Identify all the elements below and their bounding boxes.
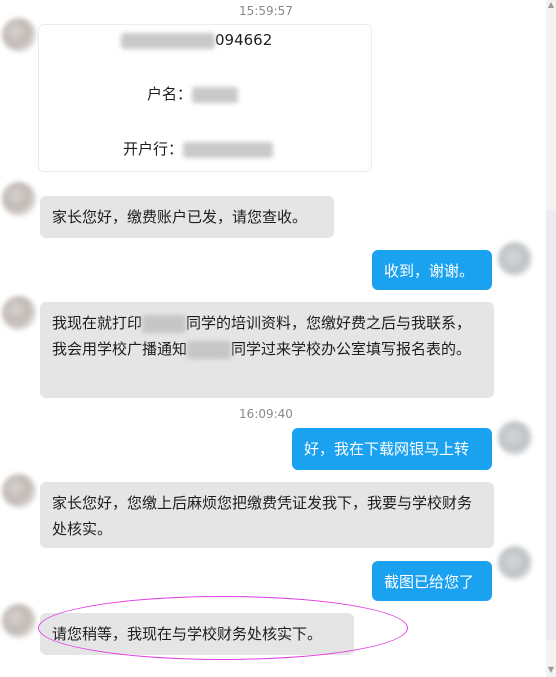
bank-row: 开户行： (123, 138, 274, 160)
incoming-message[interactable]: 家长您好，缴费账户已发，请您查收。 (40, 196, 334, 238)
sender-avatar[interactable] (2, 182, 36, 216)
timestamp: 16:09:40 (239, 407, 293, 421)
redacted-name (192, 86, 239, 103)
account-suffix: 094662 (215, 31, 273, 49)
outgoing-message[interactable]: 好，我在下载网银马上转 (292, 428, 492, 470)
my-avatar[interactable] (498, 242, 532, 276)
scrollbar-thumb[interactable] (546, 210, 556, 640)
outgoing-message[interactable]: 截图已给您了 (372, 561, 492, 601)
redacted-student-name (142, 314, 187, 333)
bank-label: 开户行： (123, 140, 184, 158)
sender-avatar[interactable] (2, 474, 36, 508)
sender-avatar[interactable] (2, 18, 36, 52)
redacted-account-prefix (121, 32, 215, 49)
message-text-part: 我现在就打印 (52, 314, 143, 332)
chat-window: 15:59:57 094662 户名： 开户行： 家长您好，缴费账户已发，请您查… (0, 0, 556, 677)
my-avatar[interactable] (498, 546, 532, 580)
scroll-up-icon[interactable]: ▲ (547, 0, 555, 10)
incoming-message-with-redaction[interactable]: 我现在就打印 同学的培训资料，您缴好费之后与我联系，我会用学校广播通知 同学过来学校… (40, 302, 494, 398)
redacted-student-name (187, 340, 232, 359)
sender-avatar[interactable] (2, 296, 36, 330)
timestamp: 15:59:57 (239, 4, 293, 18)
scrollbar[interactable]: ▲ ▼ (546, 0, 556, 677)
account-name-label: 户名： (147, 85, 193, 103)
redacted-bank (183, 141, 274, 158)
account-number: 094662 (121, 29, 272, 51)
incoming-message[interactable]: 请您稍等，我现在与学校财务处核实下。 (40, 613, 354, 655)
account-name-row: 户名： (147, 83, 239, 105)
my-avatar[interactable] (498, 421, 532, 455)
incoming-message[interactable]: 家长您好，您缴上后麻烦您把缴费凭证发我下，我要与学校财务处核实。 (40, 482, 494, 548)
sender-avatar[interactable] (2, 604, 36, 638)
bank-account-card[interactable]: 094662 户名： 开户行： (38, 24, 372, 172)
scroll-down-icon[interactable]: ▼ (547, 665, 555, 675)
message-text-part: 同学过来学校办公室填写报名表的。 (231, 340, 472, 358)
outgoing-message[interactable]: 收到，谢谢。 (372, 250, 492, 290)
